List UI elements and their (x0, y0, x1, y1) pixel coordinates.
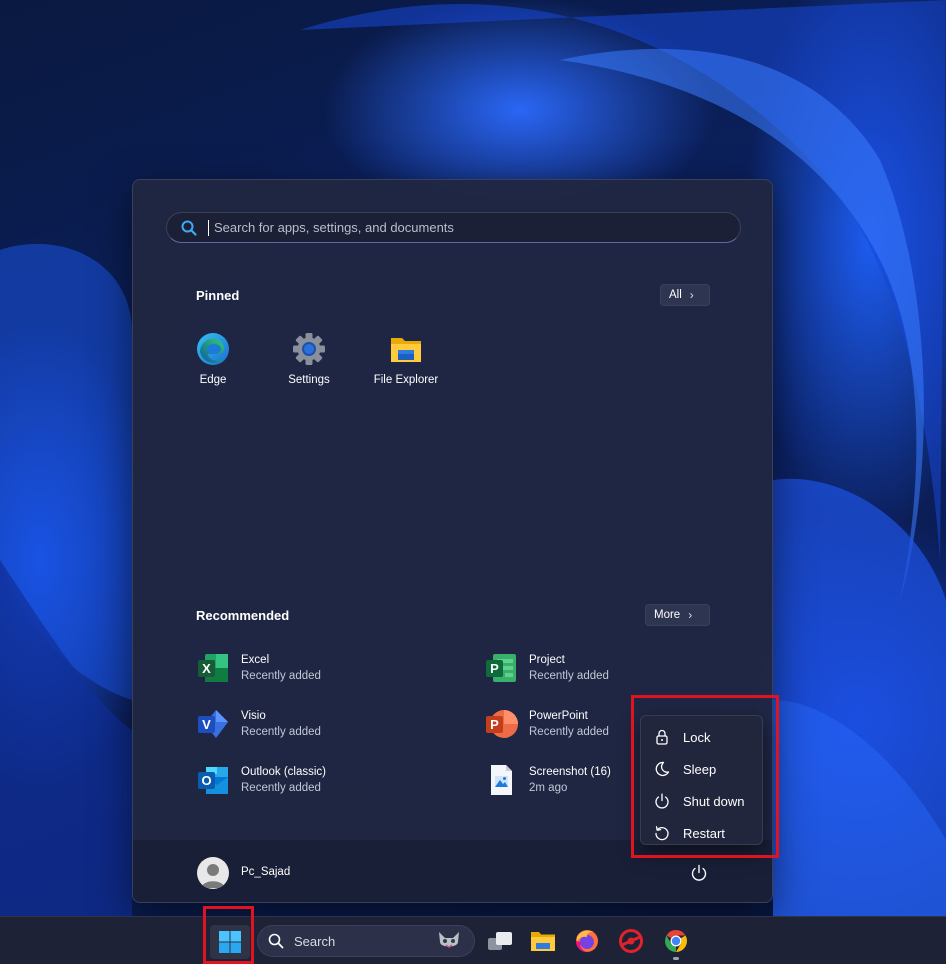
pinned-app-settings[interactable]: Settings (264, 330, 354, 400)
recommended-item-name: Visio (241, 710, 266, 722)
user-name[interactable]: Pc_Sajad (241, 866, 290, 878)
pinned-title: Pinned (196, 288, 240, 303)
taskbar-firefox[interactable] (573, 927, 601, 955)
taskbar: Search (0, 916, 946, 964)
start-search-box[interactable] (166, 212, 741, 243)
app-icon (619, 929, 643, 953)
recommended-item-subtitle: Recently added (241, 670, 321, 682)
recommended-item-subtitle: Recently added (241, 782, 321, 794)
edge-icon (197, 333, 229, 365)
settings-gear-icon (293, 333, 325, 365)
all-apps-button[interactable]: All › (660, 284, 710, 306)
recommended-item-subtitle: Recently added (529, 726, 609, 738)
start-search-input[interactable] (214, 215, 740, 240)
file-explorer-icon (531, 932, 555, 951)
pinned-app-label: Edge (199, 374, 227, 386)
recommended-item-name: Outlook (classic) (241, 766, 326, 778)
firefox-icon (576, 930, 598, 953)
restart-icon (654, 825, 670, 841)
pinned-app-label: File Explorer (373, 374, 439, 386)
pinned-app-file-explorer[interactable]: File Explorer (361, 330, 451, 400)
visio-icon: V (198, 710, 228, 738)
image-file-icon (491, 765, 512, 795)
svg-text:V: V (202, 717, 211, 732)
recommended-item-name: Project (529, 654, 565, 666)
svg-text:P: P (490, 717, 499, 732)
recommended-item-name: Excel (241, 654, 270, 666)
recommended-item-subtitle: Recently added (241, 726, 321, 738)
recommended-item-screenshot[interactable]: Screenshot (16) 2m ago (484, 763, 611, 797)
taskbar-search-label: Search (294, 933, 336, 949)
recommended-item-excel[interactable]: X Excel Recently added (196, 651, 321, 685)
recommended-item-name: PowerPoint (529, 710, 588, 722)
recommended-item-powerpoint[interactable]: P PowerPoint Recently added (484, 707, 609, 741)
excel-icon: X (198, 654, 228, 682)
search-icon (180, 219, 198, 237)
recommended-item-subtitle: 2m ago (529, 782, 568, 794)
pinned-app-label: Settings (288, 374, 330, 386)
running-indicator (673, 957, 679, 960)
power-menu-label: Restart (683, 825, 725, 841)
search-highlight-icon (436, 930, 462, 952)
start-button[interactable] (210, 925, 250, 959)
taskbar-search[interactable]: Search (257, 925, 475, 957)
svg-text:X: X (202, 661, 211, 676)
recommended-item-name: Screenshot (16) (529, 766, 611, 778)
power-menu-shut-down[interactable]: Shut down (641, 785, 762, 817)
taskbar-file-explorer[interactable] (529, 927, 557, 955)
power-menu-label: Shut down (683, 793, 745, 809)
recommended-item-visio[interactable]: V Visio Recently added (196, 707, 321, 741)
power-menu-lock[interactable]: Lock (641, 721, 762, 753)
powerpoint-icon: P (486, 710, 518, 738)
all-apps-label: All (669, 289, 682, 301)
recommended-item-outlook[interactable]: O Outlook (classic) Recently added (196, 763, 326, 797)
recommended-item-project[interactable]: P Project Recently added (484, 651, 609, 685)
power-button[interactable] (686, 860, 712, 886)
power-options-menu: Lock Sleep Shut down Restart (640, 715, 763, 845)
power-menu-label: Sleep (683, 761, 717, 777)
outlook-icon: O (198, 767, 228, 794)
avatar[interactable] (197, 857, 229, 889)
recommended-title: Recommended (196, 608, 290, 623)
task-view-icon (488, 932, 512, 950)
more-label: More (654, 609, 681, 621)
folder-icon (391, 338, 421, 362)
power-menu-sleep[interactable]: Sleep (641, 753, 762, 785)
taskbar-chrome[interactable] (662, 927, 690, 955)
chevron-right-icon: › (688, 608, 693, 622)
lock-icon (654, 729, 670, 745)
search-icon (268, 933, 284, 949)
chevron-right-icon: › (689, 288, 694, 302)
power-icon (654, 793, 670, 809)
task-view-button[interactable] (486, 927, 514, 955)
more-button[interactable]: More › (645, 604, 710, 626)
project-icon: P (486, 654, 516, 682)
svg-text:P: P (490, 661, 499, 676)
power-icon (691, 864, 707, 881)
power-menu-label: Lock (683, 729, 711, 745)
recommended-item-subtitle: Recently added (529, 670, 609, 682)
pinned-app-edge[interactable]: Edge (168, 330, 258, 400)
svg-text:O: O (201, 773, 211, 788)
text-caret (208, 219, 209, 236)
chrome-icon (665, 930, 687, 952)
moon-icon (654, 761, 670, 777)
power-menu-restart[interactable]: Restart (641, 817, 762, 849)
start-icon (219, 931, 241, 953)
taskbar-app[interactable] (617, 927, 645, 955)
user-icon (201, 864, 225, 888)
